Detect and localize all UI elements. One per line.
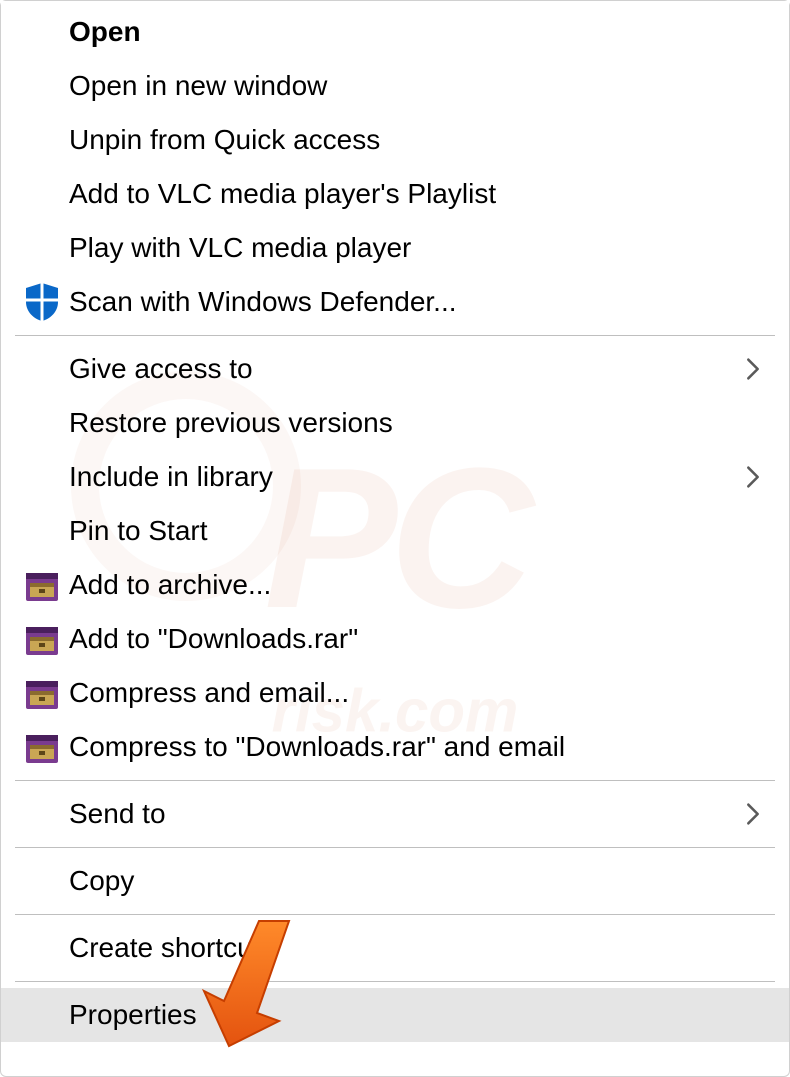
menu-label: Add to "Downloads.rar" — [69, 624, 761, 655]
menu-item-vlc-play[interactable]: Play with VLC media player — [1, 221, 789, 275]
menu-label: Pin to Start — [69, 516, 761, 547]
menu-item-give-access[interactable]: Give access to — [1, 342, 789, 396]
menu-item-scan-defender[interactable]: Scan with Windows Defender... — [1, 275, 789, 329]
menu-separator — [15, 914, 775, 915]
winrar-icon — [15, 617, 69, 661]
menu-item-properties[interactable]: Properties — [1, 988, 789, 1042]
icon-empty — [15, 509, 69, 553]
menu-item-restore-versions[interactable]: Restore previous versions — [1, 396, 789, 450]
menu-label: Compress to "Downloads.rar" and email — [69, 732, 761, 763]
menu-label: Add to archive... — [69, 570, 761, 601]
menu-separator — [15, 780, 775, 781]
menu-label: Properties — [69, 1000, 761, 1031]
menu-item-vlc-playlist[interactable]: Add to VLC media player's Playlist — [1, 167, 789, 221]
winrar-icon — [15, 671, 69, 715]
menu-label: Create shortcut — [69, 933, 761, 964]
menu-item-create-shortcut[interactable]: Create shortcut — [1, 921, 789, 975]
menu-item-include-library[interactable]: Include in library — [1, 450, 789, 504]
menu-label: Send to — [69, 799, 745, 830]
menu-item-copy[interactable]: Copy — [1, 854, 789, 908]
icon-empty — [15, 172, 69, 216]
menu-separator — [15, 847, 775, 848]
winrar-icon — [15, 563, 69, 607]
menu-label: Restore previous versions — [69, 408, 761, 439]
menu-label: Include in library — [69, 462, 745, 493]
icon-empty — [15, 118, 69, 162]
menu-item-unpin-quick-access[interactable]: Unpin from Quick access — [1, 113, 789, 167]
menu-item-open-new-window[interactable]: Open in new window — [1, 59, 789, 113]
chevron-right-icon — [745, 800, 761, 828]
context-menu: Open Open in new window Unpin from Quick… — [1, 1, 789, 1046]
menu-label: Unpin from Quick access — [69, 125, 761, 156]
menu-label: Open in new window — [69, 71, 761, 102]
menu-label: Add to VLC media player's Playlist — [69, 179, 761, 210]
menu-separator — [15, 335, 775, 336]
menu-item-open[interactable]: Open — [1, 5, 789, 59]
menu-label: Copy — [69, 866, 761, 897]
menu-item-add-downloads-rar[interactable]: Add to "Downloads.rar" — [1, 612, 789, 666]
icon-empty — [15, 792, 69, 836]
menu-item-add-archive[interactable]: Add to archive... — [1, 558, 789, 612]
menu-item-send-to[interactable]: Send to — [1, 787, 789, 841]
defender-icon — [15, 280, 69, 324]
icon-empty — [15, 64, 69, 108]
menu-item-compress-email[interactable]: Compress and email... — [1, 666, 789, 720]
icon-empty — [15, 455, 69, 499]
menu-label: Play with VLC media player — [69, 233, 761, 264]
winrar-icon — [15, 725, 69, 769]
menu-label: Give access to — [69, 354, 745, 385]
menu-item-compress-downloads-email[interactable]: Compress to "Downloads.rar" and email — [1, 720, 789, 774]
icon-empty — [15, 926, 69, 970]
chevron-right-icon — [745, 355, 761, 383]
icon-empty — [15, 993, 69, 1037]
icon-empty — [15, 401, 69, 445]
menu-label: Open — [69, 17, 761, 48]
menu-label: Compress and email... — [69, 678, 761, 709]
menu-item-pin-start[interactable]: Pin to Start — [1, 504, 789, 558]
icon-empty — [15, 347, 69, 391]
icon-empty — [15, 226, 69, 270]
menu-label: Scan with Windows Defender... — [69, 287, 761, 318]
icon-empty — [15, 10, 69, 54]
chevron-right-icon — [745, 463, 761, 491]
menu-separator — [15, 981, 775, 982]
icon-empty — [15, 859, 69, 903]
